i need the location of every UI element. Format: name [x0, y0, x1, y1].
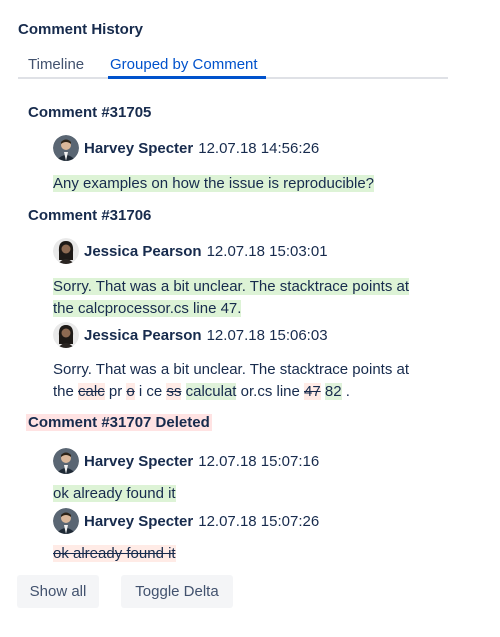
avatar — [53, 508, 79, 534]
comment-timestamp: 12.07.18 14:56:26 — [198, 139, 320, 157]
avatar — [53, 322, 79, 348]
comment-group-heading-deleted: Comment #31707 Deleted — [26, 414, 212, 431]
comment-author-row: Harvey Specter 12.07.18 15:07:26 — [53, 508, 319, 534]
comment-author-row: Jessica Pearson 12.07.18 15:03:01 — [53, 238, 328, 264]
tab-bar: Timeline Grouped by Comment — [18, 48, 448, 79]
added-text: Any examples on how the issue is reprodu… — [53, 175, 375, 192]
active-tab-indicator — [108, 76, 266, 79]
removed-text: ok already found it — [53, 545, 176, 562]
removed-text: o — [126, 383, 135, 400]
unchanged-text: the — [53, 383, 79, 400]
removed-text: ss — [166, 383, 182, 400]
avatar — [53, 135, 79, 161]
avatar — [53, 238, 79, 264]
comment-timestamp: 12.07.18 15:03:01 — [206, 242, 328, 260]
comment-author-row: Harvey Specter 12.07.18 15:07:16 — [53, 448, 319, 474]
avatar — [53, 448, 79, 474]
unchanged-text — [181, 383, 185, 400]
removed-text: calc — [78, 383, 105, 400]
unchanged-text: i ce — [134, 383, 167, 400]
comment-text: Any examples on how the issue is reprodu… — [53, 173, 431, 195]
comment-delta-text: Sorry. That was a bit unclear. The stack… — [53, 359, 431, 403]
author-name[interactable]: Jessica Pearson — [84, 243, 202, 260]
added-text: calculat — [185, 383, 237, 400]
comment-author-row: Jessica Pearson 12.07.18 15:06:03 — [53, 322, 328, 348]
author-name[interactable]: Jessica Pearson — [84, 327, 202, 344]
removed-text: 47 — [304, 383, 321, 400]
unchanged-text: pr — [104, 383, 127, 400]
comment-text: ok already found it — [53, 543, 431, 565]
unchanged-text: Sorry. That was a bit unclear. The stack… — [53, 361, 410, 378]
tab-grouped-by-comment[interactable]: Grouped by Comment — [110, 56, 258, 73]
unchanged-text: or.cs line — [236, 383, 304, 400]
show-all-button[interactable]: Show all — [17, 575, 99, 608]
comment-text: Sorry. That was a bit unclear. The stack… — [53, 276, 431, 320]
comment-author-row: Harvey Specter 12.07.18 14:56:26 — [53, 135, 319, 161]
comment-group-heading: Comment #31706 — [28, 207, 152, 224]
added-text: 82 — [324, 383, 342, 400]
comment-timestamp: 12.07.18 15:06:03 — [206, 326, 328, 344]
added-text: ok already found it — [53, 485, 176, 502]
comment-group-heading: Comment #31705 — [28, 104, 152, 121]
author-name[interactable]: Harvey Specter — [84, 453, 193, 470]
comment-history-title: Comment History — [18, 21, 144, 38]
comment-text: ok already found it — [53, 483, 431, 505]
tab-timeline[interactable]: Timeline — [28, 56, 84, 73]
comment-timestamp: 12.07.18 15:07:26 — [198, 512, 320, 530]
comment-timestamp: 12.07.18 15:07:16 — [198, 452, 320, 470]
added-text: Sorry. That was a bit unclear. The stack… — [53, 278, 410, 295]
author-name[interactable]: Harvey Specter — [84, 513, 193, 530]
added-text: the calcprocessor.cs line 47. — [53, 300, 242, 317]
unchanged-text: . — [341, 383, 350, 400]
toggle-delta-button[interactable]: Toggle Delta — [121, 575, 233, 608]
author-name[interactable]: Harvey Specter — [84, 140, 193, 157]
